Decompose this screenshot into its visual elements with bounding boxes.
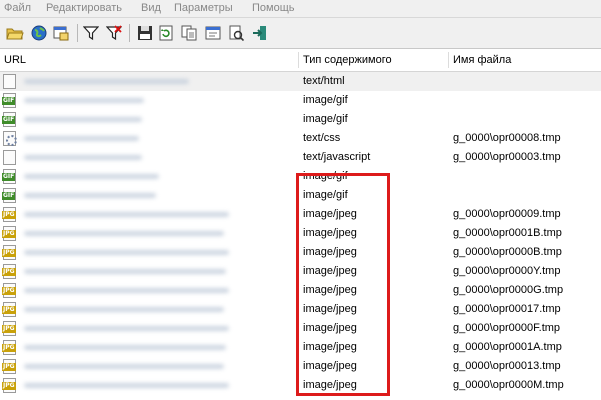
table-row[interactable]: text/css g_0000\opr00008.tmp xyxy=(0,129,601,148)
globe-icon[interactable] xyxy=(30,24,48,42)
copy-icon[interactable] xyxy=(180,24,198,42)
jpg-file-icon: JPG xyxy=(2,302,16,317)
content-type-cell: text/javascript xyxy=(303,151,371,163)
gif-file-icon: GIF xyxy=(2,112,16,127)
url-cell-blurred xyxy=(24,117,142,122)
save-icon[interactable] xyxy=(136,24,154,42)
file-name-cell: g_0000\opr00017.tmp xyxy=(453,303,561,315)
open-window-icon[interactable] xyxy=(52,24,70,42)
jpg-file-icon: JPG xyxy=(2,359,16,374)
toolbar-separator xyxy=(129,24,130,42)
exit-icon[interactable] xyxy=(251,24,269,42)
file-name-cell: g_0000\opr0000B.tmp xyxy=(453,246,562,258)
file-name-cell: g_0000\opr0000Y.tmp xyxy=(453,265,561,277)
menu-edit[interactable]: Редактировать xyxy=(46,2,122,14)
table-row[interactable]: GIF image/gif xyxy=(0,91,601,110)
menu-settings[interactable]: Параметры xyxy=(174,2,233,14)
url-cell-blurred xyxy=(24,383,229,388)
gif-file-icon: GIF xyxy=(2,93,16,108)
properties-icon[interactable] xyxy=(204,24,222,42)
content-type-cell: image/gif xyxy=(303,94,348,106)
url-cell-blurred xyxy=(24,269,226,274)
jpg-file-icon: JPG xyxy=(2,378,16,393)
table-row[interactable]: GIF image/gif xyxy=(0,110,601,129)
url-cell-blurred xyxy=(24,155,142,160)
url-cell-blurred xyxy=(24,326,229,331)
file-name-cell: g_0000\opr00008.tmp xyxy=(453,132,561,144)
jpg-file-icon: JPG xyxy=(2,321,16,336)
url-cell-blurred xyxy=(24,79,189,84)
url-cell-blurred xyxy=(24,231,224,236)
file-name-cell: g_0000\opr0000F.tmp xyxy=(453,322,561,334)
table-row[interactable]: text/javascript g_0000\opr00003.tmp xyxy=(0,148,601,167)
jpg-file-icon: JPG xyxy=(2,340,16,355)
page-file-icon xyxy=(3,74,16,89)
column-url[interactable]: URL xyxy=(0,49,299,71)
url-cell-blurred xyxy=(24,212,229,217)
url-cell-blurred xyxy=(24,193,156,198)
refresh-icon[interactable] xyxy=(157,24,175,42)
file-name-cell: g_0000\opr0000M.tmp xyxy=(453,379,564,391)
jpg-file-icon: JPG xyxy=(2,283,16,298)
content-type-cell: text/css xyxy=(303,132,341,144)
content-type-cell: text/html xyxy=(303,75,345,87)
annotation-highlight-box xyxy=(296,173,390,396)
file-name-cell: g_0000\opr00003.tmp xyxy=(453,151,561,163)
menu-file[interactable]: Файл xyxy=(4,2,31,14)
list-header: URL Тип содержимого Имя файла xyxy=(0,49,601,72)
column-file-name[interactable]: Имя файла xyxy=(449,49,601,71)
export-icon[interactable] xyxy=(227,24,245,42)
menu-help[interactable]: Помощь xyxy=(252,2,295,14)
open-folder-icon[interactable] xyxy=(6,24,24,42)
column-content-type[interactable]: Тип содержимого xyxy=(299,49,449,71)
menu-view[interactable]: Вид xyxy=(141,2,161,14)
jpg-file-icon: JPG xyxy=(2,245,16,260)
gif-file-icon: GIF xyxy=(2,188,16,203)
url-cell-blurred xyxy=(24,174,159,179)
toolbar-separator xyxy=(77,24,78,42)
filter-icon[interactable] xyxy=(82,24,100,42)
content-type-cell: image/gif xyxy=(303,113,348,125)
url-cell-blurred xyxy=(24,98,144,103)
file-name-cell: g_0000\opr0000G.tmp xyxy=(453,284,564,296)
gif-file-icon: GIF xyxy=(2,169,16,184)
menu-bar: Файл Редактировать Вид Параметры Помощь xyxy=(0,0,601,18)
url-cell-blurred xyxy=(24,136,139,141)
url-cell-blurred xyxy=(24,364,224,369)
jpg-file-icon: JPG xyxy=(2,207,16,222)
file-name-cell: g_0000\opr00009.tmp xyxy=(453,208,561,220)
url-cell-blurred xyxy=(24,250,229,255)
clear-filter-icon[interactable] xyxy=(105,24,123,42)
jpg-file-icon: JPG xyxy=(2,264,16,279)
url-cell-blurred xyxy=(24,288,229,293)
jpg-file-icon: JPG xyxy=(2,226,16,241)
file-name-cell: g_0000\opr00013.tmp xyxy=(453,360,561,372)
file-name-cell: g_0000\opr0001A.tmp xyxy=(453,341,562,353)
file-name-cell: g_0000\opr0001B.tmp xyxy=(453,227,562,239)
table-row[interactable]: text/html xyxy=(0,72,601,91)
url-cell-blurred xyxy=(24,345,226,350)
css-file-icon xyxy=(3,131,17,146)
page-file-icon xyxy=(3,150,16,165)
url-cell-blurred xyxy=(24,307,224,312)
toolbar xyxy=(0,18,601,49)
